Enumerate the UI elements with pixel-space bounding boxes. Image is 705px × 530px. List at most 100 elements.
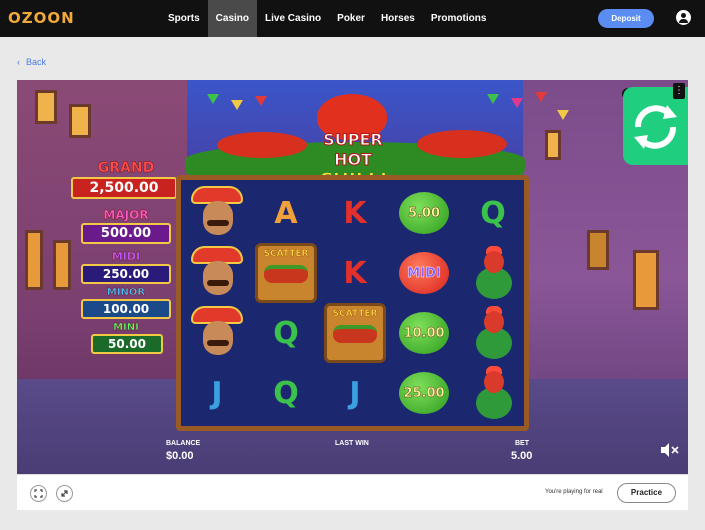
reel-symbol: MIDI: [391, 243, 457, 303]
scatter-symbol: SCATTER: [255, 243, 317, 303]
top-navigation-bar: OZOON Sports Casino Live Casino Poker Ho…: [0, 0, 705, 37]
fullscreen-icon[interactable]: [30, 485, 47, 502]
nav-sports[interactable]: Sports: [160, 0, 208, 37]
symbol-letter: K: [343, 195, 367, 231]
symbol-letter: J: [211, 375, 223, 411]
site-logo[interactable]: OZOON: [8, 9, 75, 27]
last-win-label: LAST WIN: [335, 440, 369, 447]
expand-icon[interactable]: [56, 485, 73, 502]
reel-symbol: [460, 303, 526, 363]
symbol-letter: K: [343, 255, 367, 291]
reel-symbol: 10.00: [391, 303, 457, 363]
jackpot-major: MAJOR 500.00: [81, 208, 171, 244]
reel-symbol: [460, 243, 526, 303]
green-pepper-icon: 10.00: [399, 312, 449, 354]
reel-3: K K SCATTER J: [322, 183, 388, 423]
jackpot-name: MINI: [113, 322, 139, 333]
main-nav: Sports Casino Live Casino Poker Horses P…: [160, 0, 494, 37]
reel-symbol: K: [322, 243, 388, 303]
reel-symbol: J: [322, 363, 388, 423]
nav-live-casino[interactable]: Live Casino: [257, 0, 329, 37]
game-logo-line1: SUPER HOT: [323, 130, 384, 170]
reel-symbol: Q: [253, 363, 319, 423]
bunting-flag: [231, 100, 243, 110]
bet-label: BET: [515, 440, 529, 447]
scatter-label: SCATTER: [263, 249, 309, 259]
scatter-label: SCATTER: [332, 309, 378, 319]
reel-4: 5.00 MIDI 10.00 25.00: [391, 183, 457, 423]
balance-value: $0.00: [166, 450, 194, 462]
building-window: [587, 230, 609, 270]
user-icon[interactable]: [676, 10, 691, 25]
jackpot-midi: MIDI 250.00: [81, 250, 171, 284]
reel-symbol: [184, 243, 250, 303]
practice-button[interactable]: Practice: [617, 483, 676, 503]
scatter-symbol: SCATTER: [324, 303, 386, 363]
building-window: [25, 230, 43, 290]
slot-reels[interactable]: J A SCATTER Q Q K K SCATTER J 5.00 MIDI …: [176, 175, 529, 431]
reel-symbol: SCATTER: [322, 303, 388, 363]
kebab-menu-icon[interactable]: ⋮: [673, 83, 685, 99]
building-window: [69, 104, 91, 138]
reel-symbol: Q: [253, 303, 319, 363]
nav-promotions[interactable]: Promotions: [423, 0, 495, 37]
rooster-symbol-icon: [468, 305, 518, 361]
jackpot-mini: MINI 50.00: [81, 322, 171, 354]
green-pepper-icon: 5.00: [399, 192, 449, 234]
reel-5: Q: [460, 183, 526, 423]
reel-symbol: [460, 363, 526, 423]
speaker-muted-icon[interactable]: [660, 442, 680, 458]
game-canvas[interactable]: GRAND 2,500.00 MAJOR 500.00 MIDI 250.00 …: [17, 80, 688, 474]
symbol-letter: J: [349, 375, 361, 411]
pepper-pile: [417, 130, 507, 158]
bunting-flag: [557, 110, 569, 120]
pepper-value: MIDI: [407, 265, 441, 281]
nav-casino[interactable]: Casino: [207, 0, 258, 37]
red-pepper-icon: MIDI: [399, 252, 449, 294]
jackpot-name: MINOR: [106, 287, 146, 298]
pepper-value: 25.00: [403, 385, 445, 401]
symbol-letter: A: [274, 195, 298, 231]
pepper-pile: [217, 132, 307, 158]
chevron-left-icon: ‹: [17, 57, 20, 67]
rooster-symbol-icon: [468, 365, 518, 421]
reel-symbol: [184, 303, 250, 363]
bunting-flag: [207, 94, 219, 104]
building-window: [633, 250, 659, 310]
jackpot-minor: MINOR 100.00: [81, 287, 171, 319]
mariachi-symbol-icon: [187, 244, 247, 302]
deposit-button[interactable]: Deposit: [598, 9, 654, 28]
real-money-notice: You're playing for real: [545, 489, 603, 495]
bunting-flag: [255, 96, 267, 106]
bunting-flag: [511, 98, 523, 108]
symbol-letter: Q: [273, 375, 299, 411]
reel-symbol: J: [184, 363, 250, 423]
nav-poker[interactable]: Poker: [329, 0, 373, 37]
pepper-value: 10.00: [403, 325, 445, 341]
jackpot-name: MIDI: [111, 250, 141, 263]
green-pepper-icon: 25.00: [399, 372, 449, 414]
building-window: [53, 240, 71, 290]
balance-label: BALANCE: [166, 440, 201, 447]
jackpot-value: 100.00: [81, 299, 171, 319]
back-link-label: Back: [26, 57, 47, 67]
bunting-flag: [487, 94, 499, 104]
bunting-flag: [535, 92, 547, 102]
reel-symbol: A: [253, 183, 319, 243]
jackpot-value: 500.00: [81, 223, 171, 244]
bet-value[interactable]: 5.00: [511, 450, 532, 462]
reel-symbol: [184, 183, 250, 243]
mariachi-symbol-icon: [187, 304, 247, 362]
symbol-letter: Q: [480, 195, 506, 231]
jackpot-name: MAJOR: [103, 208, 149, 222]
reel-symbol: Q: [460, 183, 526, 243]
back-link[interactable]: ‹ Back: [17, 57, 46, 67]
reel-2: A SCATTER Q Q: [253, 183, 319, 423]
reel-symbol: K: [322, 183, 388, 243]
game-footer: You're playing for real Practice: [17, 474, 688, 510]
pepper-value: 5.00: [407, 205, 441, 221]
nav-horses[interactable]: Horses: [373, 0, 423, 37]
jackpot-name: GRAND: [97, 160, 155, 176]
mariachi-symbol-icon: [187, 184, 247, 242]
building-window: [35, 90, 57, 124]
